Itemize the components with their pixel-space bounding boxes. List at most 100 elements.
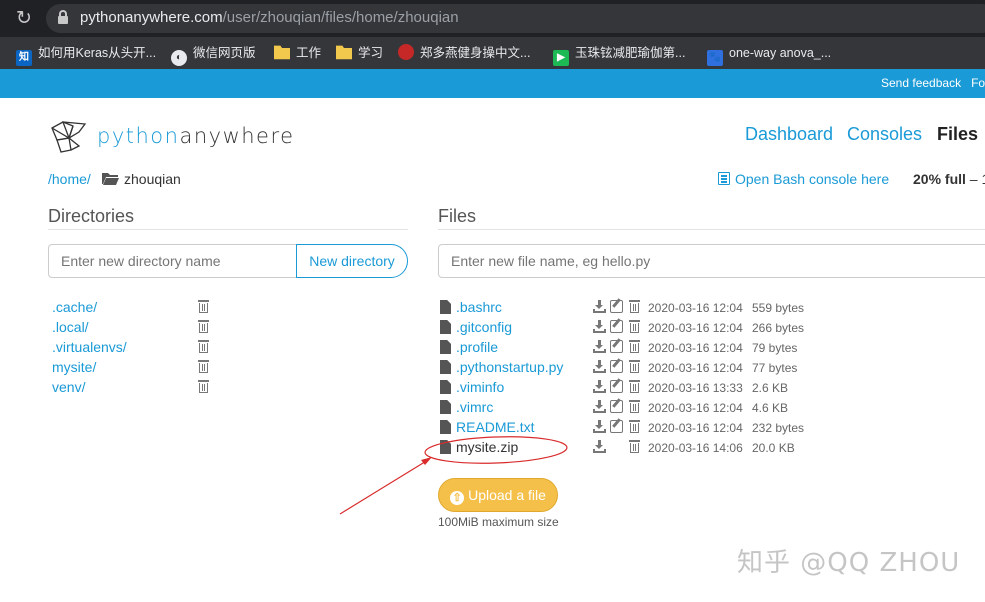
directories-heading: Directories: [48, 206, 135, 226]
delete-trash-icon[interactable]: [198, 380, 209, 393]
bookmark-label: 如何用Keras从头开...: [38, 46, 157, 60]
upload-file-button[interactable]: ⇧ Upload a file: [438, 478, 558, 512]
directory-link[interactable]: venv/: [52, 379, 85, 395]
download-icon[interactable]: [593, 360, 606, 373]
delete-trash-icon[interactable]: [629, 300, 640, 313]
breadcrumb-home[interactable]: /home/: [48, 171, 91, 187]
delete-trash-icon[interactable]: [198, 320, 209, 333]
console-icon[interactable]: [718, 172, 730, 185]
file-icon: [440, 420, 451, 434]
file-icon: [440, 360, 451, 374]
file-name-link[interactable]: README.txt: [456, 419, 535, 435]
lock-icon[interactable]: [58, 10, 68, 24]
file-name-link[interactable]: mysite.zip: [456, 439, 518, 455]
folder-icon: [274, 45, 290, 60]
files-heading: Files: [438, 206, 477, 226]
delete-trash-icon[interactable]: [198, 360, 209, 373]
delete-trash-icon[interactable]: [629, 360, 640, 373]
download-icon[interactable]: [593, 300, 606, 313]
file-icon: [440, 400, 451, 414]
download-icon[interactable]: [593, 400, 606, 413]
download-icon[interactable]: [593, 420, 606, 433]
url-text[interactable]: pythonanywhere.com/user/zhouqian/files/h…: [80, 9, 459, 26]
bookmark-item[interactable]: 学习: [336, 44, 383, 62]
bookmark-label: 郑多燕健身操中文...: [420, 46, 531, 60]
new-file-input[interactable]: [438, 244, 985, 278]
file-size: 559 bytes: [752, 301, 805, 315]
reload-icon[interactable]: ↻: [14, 8, 34, 28]
bookmark-item[interactable]: 工作: [274, 44, 321, 62]
bookmark-item[interactable]: 郑多燕健身操中文...: [398, 44, 530, 62]
netease-icon: [398, 44, 414, 60]
file-name-link[interactable]: .viminfo: [456, 379, 504, 395]
video-icon: ▶: [553, 50, 569, 66]
nav-dashboard[interactable]: Dashboard: [745, 124, 833, 145]
file-name-link[interactable]: .vimrc: [456, 399, 493, 415]
folder-icon: [336, 45, 352, 60]
send-feedback-link[interactable]: Send feedback Fo: [881, 76, 985, 90]
bookmarks-bar: 知如何用Keras从头开... ◐ 微信网页版 工作 学习 郑多燕健身操中文... ▶ 玉珠铉…: [0, 37, 985, 69]
bookmark-item[interactable]: ▶ 玉珠铉减肥瑜伽第...: [553, 44, 686, 66]
delete-trash-icon[interactable]: [629, 400, 640, 413]
directories-divider: [48, 229, 408, 230]
edit-icon[interactable]: [610, 320, 623, 333]
edit-icon[interactable]: [610, 400, 623, 413]
download-icon[interactable]: [593, 320, 606, 333]
top-strip: [0, 69, 985, 98]
bookmark-label: one-way anova_...: [729, 46, 832, 60]
file-modified-date: 2020-03-16 12:04: [648, 421, 743, 435]
directory-link[interactable]: .local/: [52, 319, 89, 335]
pythonanywhere-logo-icon[interactable]: [49, 120, 87, 154]
zhihu-icon: 知: [16, 50, 32, 66]
new-directory-button[interactable]: New directory: [296, 244, 408, 278]
download-icon[interactable]: [593, 380, 606, 393]
directory-link[interactable]: mysite/: [52, 359, 96, 375]
new-directory-input[interactable]: [48, 244, 298, 278]
file-size: 2.6 KB: [752, 381, 789, 395]
bookmark-label: 工作: [296, 46, 322, 60]
bookmark-item[interactable]: 🐾 one-way anova_...: [707, 44, 832, 66]
bookmark-label: 玉珠铉减肥瑜伽第...: [575, 46, 686, 60]
file-icon: [440, 380, 451, 394]
edit-icon[interactable]: [610, 300, 623, 313]
file-icon: [440, 300, 451, 314]
download-icon[interactable]: [593, 340, 606, 353]
nav-files[interactable]: Files: [937, 124, 978, 145]
delete-trash-icon[interactable]: [198, 300, 209, 313]
file-size: 79 bytes: [752, 341, 798, 355]
globe-icon: ◐: [171, 50, 187, 66]
bookmark-item[interactable]: ◐ 微信网页版: [171, 44, 256, 66]
upload-icon: ⇧: [450, 491, 465, 505]
delete-trash-icon[interactable]: [629, 340, 640, 353]
delete-trash-icon[interactable]: [629, 440, 640, 453]
directory-link[interactable]: .virtualenvs/: [52, 339, 127, 355]
edit-icon[interactable]: [610, 360, 623, 373]
file-modified-date: 2020-03-16 12:04: [648, 321, 743, 335]
file-modified-date: 2020-03-16 12:04: [648, 341, 743, 355]
delete-trash-icon[interactable]: [629, 320, 640, 333]
delete-trash-icon[interactable]: [629, 380, 640, 393]
edit-icon[interactable]: [610, 380, 623, 393]
open-bash-console-link[interactable]: Open Bash console here: [735, 171, 889, 187]
file-name-link[interactable]: .gitconfig: [456, 319, 512, 335]
nav-consoles[interactable]: Consoles: [847, 124, 922, 145]
file-modified-date: 2020-03-16 12:04: [648, 401, 743, 415]
file-size: 77 bytes: [752, 361, 798, 375]
delete-trash-icon[interactable]: [198, 340, 209, 353]
download-icon[interactable]: [593, 440, 606, 453]
file-size: 266 bytes: [752, 321, 805, 335]
logo-text[interactable]: pythonanywhere: [97, 124, 295, 148]
edit-icon[interactable]: [610, 340, 623, 353]
breadcrumb-current: zhouqian: [124, 171, 181, 187]
file-name-link[interactable]: .pythonstartup.py: [456, 359, 563, 375]
bookmark-item[interactable]: 知如何用Keras从头开...: [16, 44, 157, 66]
directory-link[interactable]: .cache/: [52, 299, 97, 315]
file-name-link[interactable]: .bashrc: [456, 299, 502, 315]
file-modified-date: 2020-03-16 12:04: [648, 301, 743, 315]
delete-trash-icon[interactable]: [629, 420, 640, 433]
edit-icon[interactable]: [610, 420, 623, 433]
disk-usage: 20% full – 1: [913, 171, 985, 187]
file-icon: [440, 440, 451, 454]
file-size: 232 bytes: [752, 421, 805, 435]
file-name-link[interactable]: .profile: [456, 339, 498, 355]
